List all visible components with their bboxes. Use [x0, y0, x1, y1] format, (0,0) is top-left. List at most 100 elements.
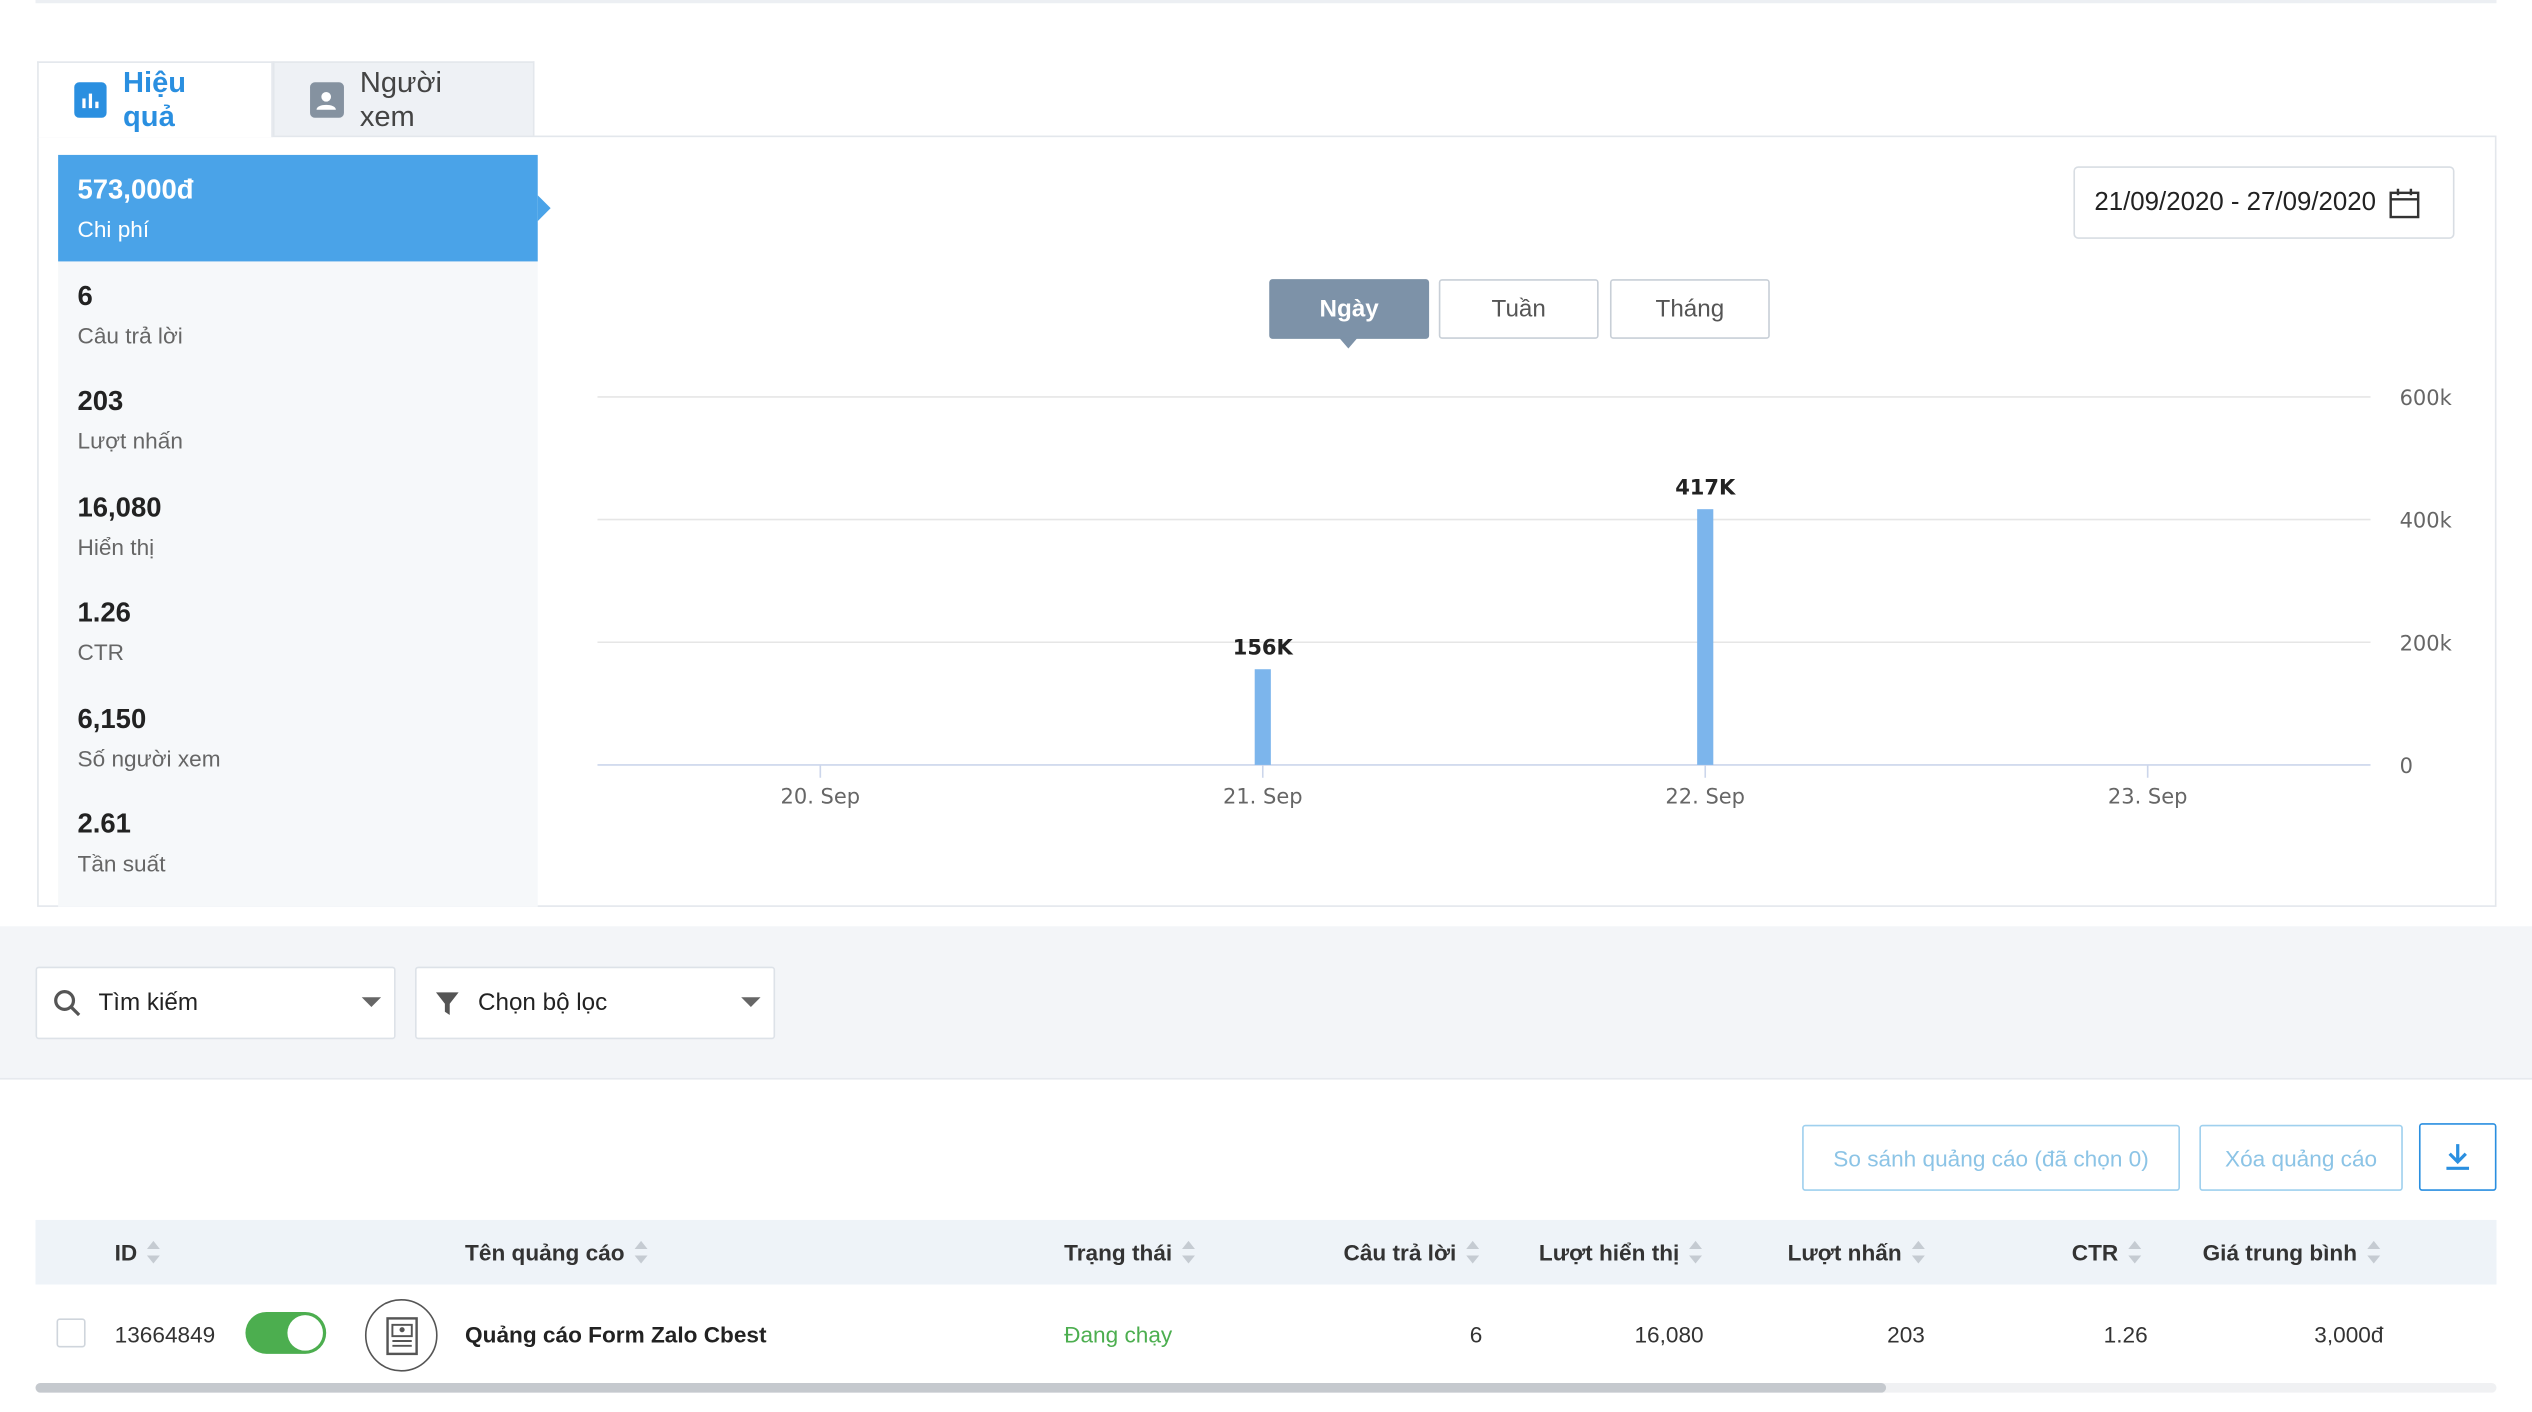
column-header-status[interactable]: Trạng thái — [1064, 1220, 1195, 1285]
tab-performance-label: Hiệu quả — [123, 66, 187, 133]
calendar-icon — [2390, 187, 2420, 218]
ad-impressions: 16,080 — [1634, 1321, 1704, 1348]
sort-icon — [2127, 1240, 2141, 1264]
metric-value: 573,000đ — [77, 174, 194, 205]
metric-clicks[interactable]: 203 Lượt nhấn — [58, 366, 538, 473]
metric-label: Lượt nhấn — [77, 427, 183, 454]
ad-ctr: 1.26 — [2103, 1321, 2148, 1348]
metric-value: 6 — [77, 280, 93, 312]
ad-enable-toggle[interactable] — [245, 1311, 327, 1354]
sort-icon — [146, 1240, 160, 1264]
granularity-week-label: Tuần — [1491, 295, 1546, 323]
search-dropdown[interactable]: Tìm kiếm — [35, 966, 396, 1040]
column-header-label: Tên quảng cáo — [465, 1239, 625, 1266]
metric-frequency[interactable]: 2.61 Tần suất — [58, 789, 538, 896]
granularity-day-label: Ngày — [1319, 295, 1379, 323]
funnel-icon — [435, 991, 459, 1015]
compare-ads-label: So sánh quảng cáo (đã chọn 0) — [1833, 1144, 2149, 1171]
top-divider — [35, 0, 2497, 4]
granularity-month-label: Tháng — [1655, 295, 1725, 323]
sort-icon — [1181, 1240, 1195, 1264]
sort-icon — [1911, 1240, 1925, 1264]
date-range-picker[interactable]: 21/09/2020 - 27/09/2020 — [2073, 166, 2455, 239]
ad-id: 13664849 — [114, 1321, 216, 1348]
y-tick-label: 200k — [2400, 631, 2453, 655]
metrics-list: 573,000đ Chi phí 6 Câu trả lời 203 Lượt … — [58, 154, 551, 907]
toggle-knob — [287, 1315, 323, 1351]
column-header-label: Lượt hiển thị — [1538, 1239, 1680, 1266]
metric-answers[interactable]: 6 Câu trả lời — [58, 261, 538, 368]
column-header-impressions[interactable]: Lượt hiển thị — [1539, 1220, 1702, 1285]
dashboard: Hiệu quả Người xem 573,000đ Chi phí 6 Câ… — [0, 0, 2532, 1412]
column-header-avg-price[interactable]: Giá trung bình — [2203, 1220, 2380, 1285]
metric-cost[interactable]: 573,000đ Chi phí — [58, 154, 551, 262]
column-header-label: CTR — [2071, 1239, 2119, 1266]
granularity-month-button[interactable]: Tháng — [1609, 279, 1770, 339]
bar — [1697, 509, 1714, 765]
column-header-label: Giá trung bình — [2202, 1239, 2358, 1266]
metric-impressions[interactable]: 16,080 Hiển thị — [58, 473, 538, 580]
row-checkbox[interactable] — [56, 1318, 86, 1348]
chevron-down-icon — [361, 997, 382, 1007]
data-label: 417K — [1675, 476, 1736, 500]
metric-viewers[interactable]: 6,150 Số người xem — [58, 684, 538, 791]
sort-icon — [634, 1240, 648, 1264]
metric-label: Câu trả lời — [77, 322, 183, 349]
y-tick-label: 0 — [2400, 754, 2413, 778]
metric-label: Số người xem — [77, 745, 221, 772]
horizontal-scrollbar[interactable] — [35, 1382, 1887, 1393]
compare-ads-button[interactable]: So sánh quảng cáo (đã chọn 0) — [1802, 1124, 2180, 1191]
tab-audience[interactable]: Người xem — [272, 61, 535, 136]
filter-dropdown[interactable]: Chọn bộ lọc — [415, 966, 776, 1040]
granularity-week-button[interactable]: Tuần — [1438, 279, 1599, 339]
ad-answers: 6 — [1469, 1321, 1483, 1348]
search-icon — [54, 989, 81, 1016]
sort-icon — [2366, 1240, 2380, 1264]
cost-bar-chart: 0 200k 400k 600k 20. Sep 21. Sep 156K 22. Sep 41… — [597, 386, 2453, 809]
data-label: 156K — [1233, 636, 1294, 660]
metric-value: 1.26 — [77, 597, 131, 628]
x-tick-label: 23. Sep — [2108, 785, 2188, 809]
column-header-clicks[interactable]: Lượt nhấn — [1788, 1220, 1925, 1285]
metric-label: CTR — [77, 639, 124, 665]
tab-performance[interactable]: Hiệu quả — [37, 61, 273, 138]
metric-value: 6,150 — [77, 703, 147, 735]
bar-chart-icon — [74, 82, 107, 118]
date-range-text: 21/09/2020 - 27/09/2020 — [2094, 187, 2376, 216]
column-header-answers[interactable]: Câu trả lời — [1344, 1220, 1479, 1285]
column-header-name[interactable]: Tên quảng cáo — [465, 1220, 648, 1285]
filter-label: Chọn bộ lọc — [477, 989, 608, 1017]
granularity-day-button[interactable]: Ngày — [1269, 279, 1430, 349]
metric-label: Chi phí — [77, 216, 150, 243]
metric-value: 16,080 — [77, 492, 162, 523]
metric-label: Hiển thị — [77, 534, 155, 560]
y-tick-label: 400k — [2400, 509, 2453, 533]
column-header-label: Lượt nhấn — [1787, 1239, 1902, 1266]
ad-clicks: 203 — [1887, 1321, 1925, 1348]
download-button[interactable] — [2418, 1123, 2497, 1191]
delete-ads-label: Xóa quảng cáo — [2225, 1144, 2378, 1171]
tab-audience-label: Người xem — [359, 65, 443, 132]
x-tick-label: 22. Sep — [1665, 785, 1745, 809]
ad-name-link[interactable]: Quảng cáo Form Zalo Cbest — [465, 1315, 766, 1354]
sort-icon — [1689, 1240, 1702, 1264]
ad-status: Đang chạy — [1064, 1321, 1173, 1348]
column-header-id[interactable]: ID — [115, 1220, 160, 1285]
metric-ctr[interactable]: 1.26 CTR — [58, 578, 538, 685]
column-header-label: Câu trả lời — [1343, 1239, 1457, 1266]
download-icon — [2446, 1144, 2470, 1170]
bar — [1254, 669, 1271, 765]
search-label: Tìm kiếm — [98, 989, 199, 1017]
column-header-ctr[interactable]: CTR — [2072, 1220, 2141, 1285]
delete-ads-button[interactable]: Xóa quảng cáo — [2199, 1124, 2403, 1191]
metric-label: Tần suất — [77, 850, 166, 877]
column-header-label: Trạng thái — [1064, 1239, 1173, 1266]
form-ad-icon — [364, 1299, 438, 1372]
sort-icon — [1466, 1240, 1479, 1264]
users-icon — [310, 81, 344, 117]
column-header-label: ID — [114, 1239, 138, 1266]
y-tick-label: 600k — [2400, 386, 2453, 410]
chevron-down-icon — [741, 997, 761, 1007]
metric-value: 203 — [77, 385, 124, 417]
ad-avg-price: 3,000đ — [2314, 1321, 2384, 1348]
